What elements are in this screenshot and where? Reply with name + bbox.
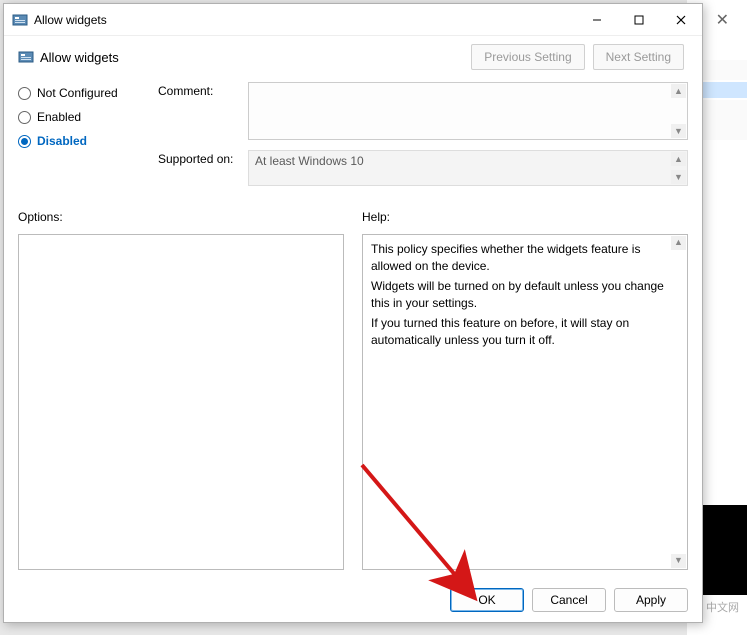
help-text-1: This policy specifies whether the widget… <box>371 241 669 276</box>
close-button[interactable] <box>660 5 702 35</box>
radio-label: Disabled <box>37 134 87 148</box>
options-label: Options: <box>18 210 344 224</box>
previous-setting-button[interactable]: Previous Setting <box>471 44 584 70</box>
radio-icon <box>18 87 31 100</box>
radio-icon <box>18 135 31 148</box>
next-setting-button[interactable]: Next Setting <box>593 44 684 70</box>
state-radio-group: Not Configured Enabled Disabled <box>18 82 148 196</box>
titlebar[interactable]: Allow widgets <box>4 4 702 36</box>
policy-name: Allow widgets <box>40 50 471 65</box>
minimize-button[interactable] <box>576 5 618 35</box>
help-label: Help: <box>362 210 688 224</box>
scroll-up-icon[interactable]: ▲ <box>671 236 686 250</box>
policy-icon <box>18 49 34 65</box>
scroll-down-icon[interactable]: ▼ <box>671 170 686 184</box>
dialog-footer: OK Cancel Apply <box>4 580 702 622</box>
supported-on-label: Supported on: <box>158 150 240 186</box>
policy-dialog: Allow widgets Allow widgets Previous Set… <box>3 3 703 623</box>
apply-button[interactable]: Apply <box>614 588 688 612</box>
scroll-down-icon[interactable]: ▼ <box>671 124 686 138</box>
maximize-button[interactable] <box>618 5 660 35</box>
help-text-2: Widgets will be turned on by default unl… <box>371 278 669 313</box>
comment-label: Comment: <box>158 82 240 140</box>
app-icon <box>12 12 28 28</box>
cancel-button[interactable]: Cancel <box>532 588 606 612</box>
radio-disabled[interactable]: Disabled <box>18 134 148 148</box>
scroll-up-icon[interactable]: ▲ <box>671 84 686 98</box>
radio-label: Enabled <box>37 110 81 124</box>
scroll-down-icon[interactable]: ▼ <box>671 554 686 568</box>
window-title: Allow widgets <box>34 13 576 27</box>
radio-icon <box>18 111 31 124</box>
help-text-3: If you turned this feature on before, it… <box>371 315 669 350</box>
supported-on-value: At least Windows 10 ▲ ▼ <box>248 150 688 186</box>
comment-input[interactable]: ▲ ▼ <box>248 82 688 140</box>
radio-label: Not Configured <box>37 86 118 100</box>
help-box: This policy specifies whether the widget… <box>362 234 688 570</box>
background-close-icon: ✕ <box>716 10 729 30</box>
scroll-up-icon[interactable]: ▲ <box>671 152 686 166</box>
options-box[interactable] <box>18 234 344 570</box>
radio-not-configured[interactable]: Not Configured <box>18 86 148 100</box>
ok-button[interactable]: OK <box>450 588 524 612</box>
radio-enabled[interactable]: Enabled <box>18 110 148 124</box>
